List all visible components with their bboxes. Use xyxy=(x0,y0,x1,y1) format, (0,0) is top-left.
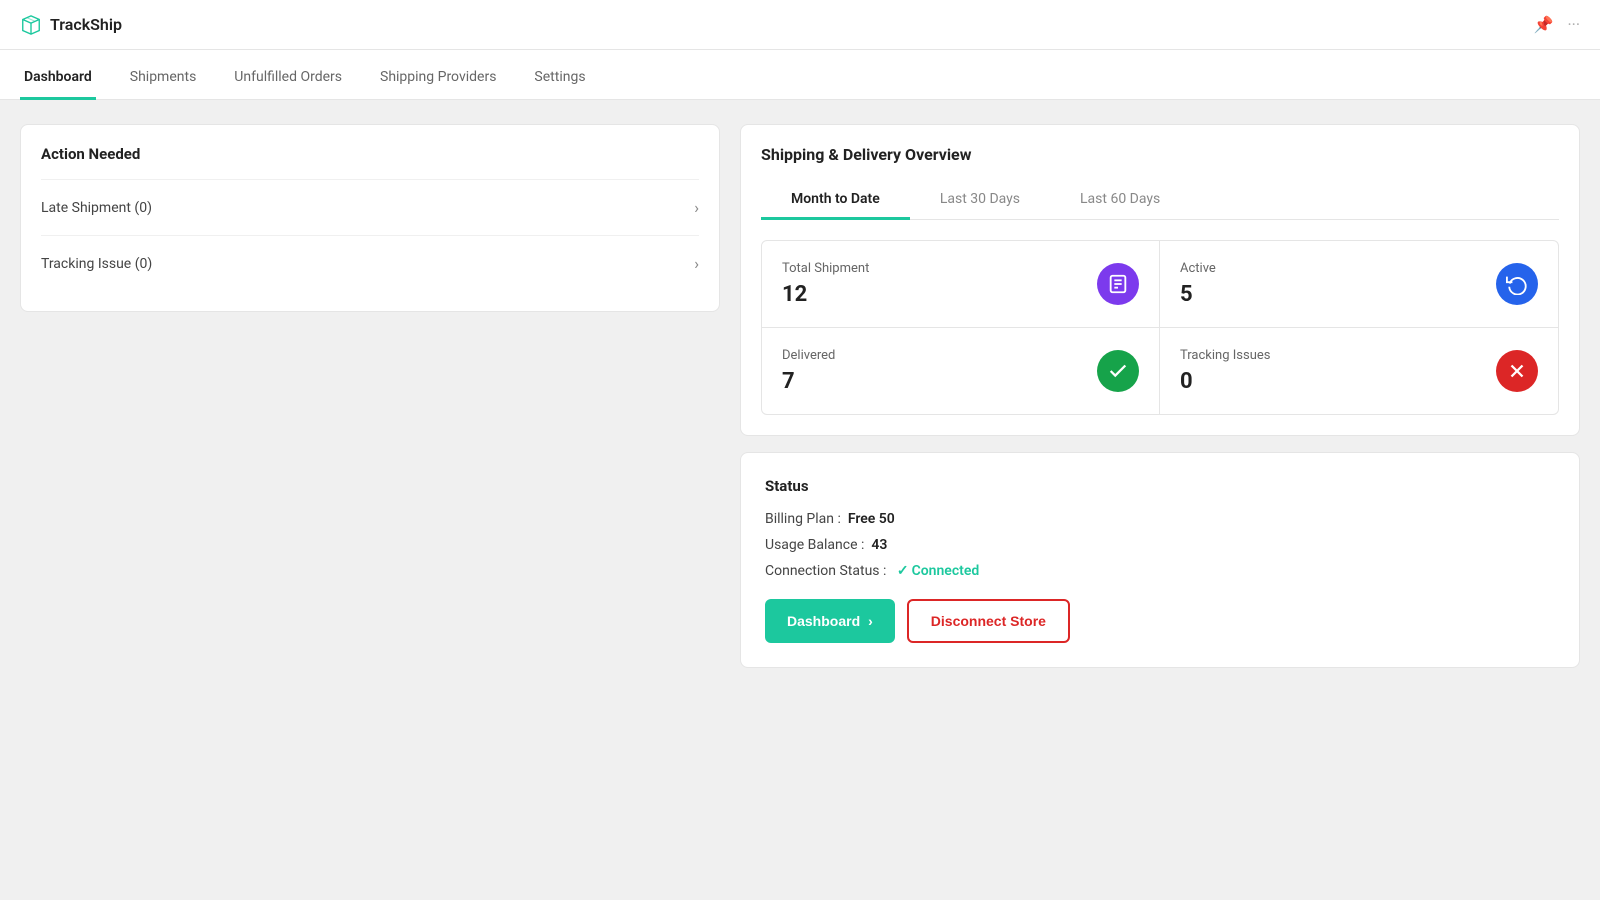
connection-status-row: Connection Status : ✓Connected xyxy=(765,563,1555,579)
logo-area: TrackShip xyxy=(20,14,122,36)
overview-tabs: Month to Date Last 30 Days Last 60 Days xyxy=(761,180,1559,220)
late-shipment-item[interactable]: Late Shipment (0) › xyxy=(41,179,699,235)
billing-plan-row: Billing Plan : Free 50 xyxy=(765,511,1555,527)
tab-last-60-days[interactable]: Last 60 Days xyxy=(1050,181,1190,220)
stats-grid: Total Shipment 12 Active xyxy=(761,240,1559,415)
status-card: Status Billing Plan : Free 50 Usage Bala… xyxy=(740,452,1580,668)
nav-item-unfulfilled-orders[interactable]: Unfulfilled Orders xyxy=(230,57,346,100)
action-needed-title: Action Needed xyxy=(41,145,699,163)
tracking-issue-item[interactable]: Tracking Issue (0) › xyxy=(41,235,699,291)
topbar-actions: 📌 ··· xyxy=(1534,15,1580,34)
delivered-value: 7 xyxy=(782,369,835,394)
connected-check-icon: ✓ xyxy=(897,563,909,579)
more-options-icon[interactable]: ··· xyxy=(1567,15,1580,34)
shipping-overview-card: Shipping & Delivery Overview Month to Da… xyxy=(740,124,1580,436)
nav-item-dashboard[interactable]: Dashboard xyxy=(20,57,96,100)
status-title: Status xyxy=(765,477,1555,495)
active-icon xyxy=(1496,263,1538,305)
nav-item-shipping-providers[interactable]: Shipping Providers xyxy=(376,57,500,100)
disconnect-store-button[interactable]: Disconnect Store xyxy=(907,599,1070,643)
dashboard-button[interactable]: Dashboard › xyxy=(765,599,895,643)
tracking-issue-label: Tracking Issue (0) xyxy=(41,256,152,272)
usage-label: Usage Balance : xyxy=(765,537,864,553)
late-shipment-arrow-icon: › xyxy=(694,198,699,217)
nav: Dashboard Shipments Unfulfilled Orders S… xyxy=(0,50,1600,100)
stat-delivered: Delivered 7 xyxy=(762,328,1160,414)
main-content: Action Needed Late Shipment (0) › Tracki… xyxy=(0,100,1600,900)
stat-active: Active 5 xyxy=(1160,241,1558,328)
pin-icon[interactable]: 📌 xyxy=(1534,15,1554,34)
right-panel: Shipping & Delivery Overview Month to Da… xyxy=(740,124,1580,876)
left-panel: Action Needed Late Shipment (0) › Tracki… xyxy=(20,124,720,876)
active-label: Active xyxy=(1180,261,1216,276)
connection-label: Connection Status : xyxy=(765,563,886,579)
nav-item-shipments[interactable]: Shipments xyxy=(126,57,201,100)
connection-status-badge: ✓Connected xyxy=(893,563,979,579)
tab-month-to-date[interactable]: Month to Date xyxy=(761,181,910,220)
usage-value: 43 xyxy=(871,537,887,553)
billing-label: Billing Plan : xyxy=(765,511,841,527)
total-shipment-value: 12 xyxy=(782,282,869,307)
delivered-icon xyxy=(1097,350,1139,392)
usage-balance-row: Usage Balance : 43 xyxy=(765,537,1555,553)
late-shipment-label: Late Shipment (0) xyxy=(41,200,152,216)
delivered-label: Delivered xyxy=(782,348,835,363)
dashboard-arrow-icon: › xyxy=(868,613,873,629)
total-shipment-icon xyxy=(1097,263,1139,305)
app-name: TrackShip xyxy=(50,15,122,34)
tracking-issues-icon xyxy=(1496,350,1538,392)
active-value: 5 xyxy=(1180,282,1216,307)
tracking-issues-value: 0 xyxy=(1180,369,1271,394)
tracking-issue-arrow-icon: › xyxy=(694,254,699,273)
stat-total-shipment: Total Shipment 12 xyxy=(762,241,1160,328)
nav-item-settings[interactable]: Settings xyxy=(530,57,589,100)
tab-last-30-days[interactable]: Last 30 Days xyxy=(910,181,1050,220)
topbar: TrackShip 📌 ··· xyxy=(0,0,1600,50)
action-needed-card: Action Needed Late Shipment (0) › Tracki… xyxy=(20,124,720,312)
billing-value: Free 50 xyxy=(848,511,895,527)
tracking-issues-label: Tracking Issues xyxy=(1180,348,1271,363)
status-buttons: Dashboard › Disconnect Store xyxy=(765,599,1555,643)
overview-title: Shipping & Delivery Overview xyxy=(761,145,1559,164)
stat-tracking-issues: Tracking Issues 0 xyxy=(1160,328,1558,414)
trackship-logo-icon xyxy=(20,14,42,36)
total-shipment-label: Total Shipment xyxy=(782,261,869,276)
